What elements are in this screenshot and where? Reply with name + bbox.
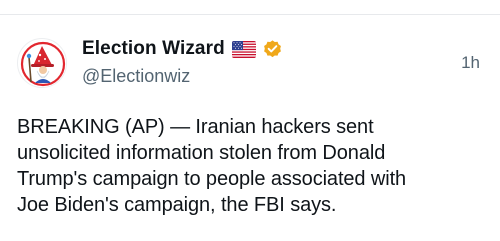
- author-handle[interactable]: @Electionwiz: [82, 66, 190, 87]
- post-body-text: BREAKING (AP) — Iranian hackers sent uns…: [17, 116, 407, 216]
- post-timestamp[interactable]: 1h: [461, 53, 480, 73]
- post-card[interactable]: Election Wizard @Electionwiz 1h BREAKING…: [0, 15, 500, 241]
- author-name[interactable]: Election Wizard: [82, 38, 283, 60]
- author-display-name: Election Wizard: [82, 38, 225, 59]
- verified-badge-icon[interactable]: [262, 39, 283, 60]
- us-flag-icon: [231, 40, 256, 58]
- author-avatar[interactable]: [17, 38, 67, 88]
- wizard-avatar-icon: [19, 40, 66, 87]
